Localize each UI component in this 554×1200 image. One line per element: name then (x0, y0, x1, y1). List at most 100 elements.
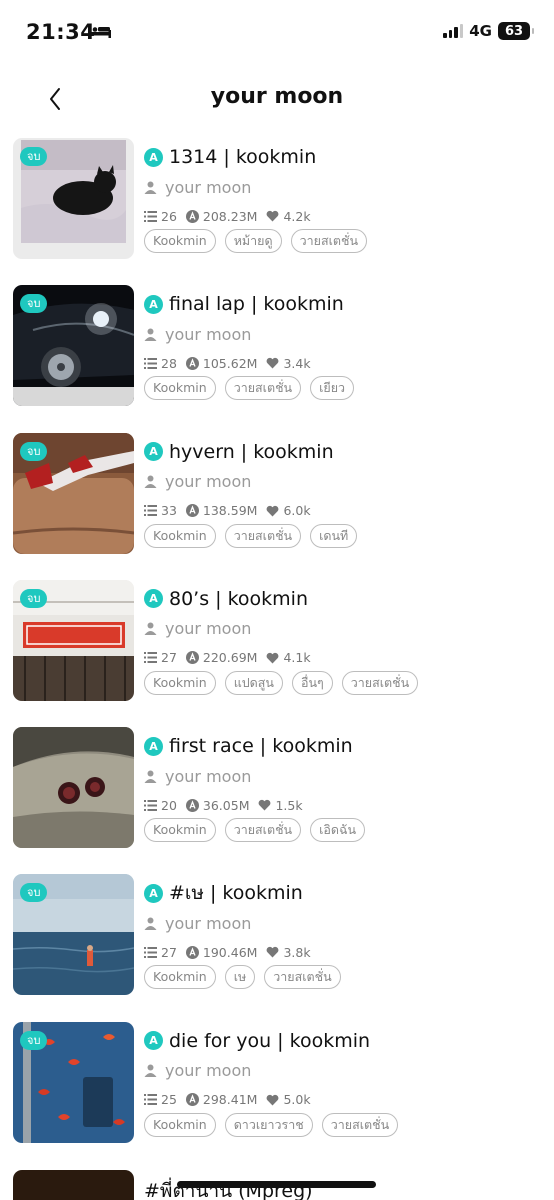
tag-chip[interactable]: แปดสูน (224, 670, 283, 695)
tag-chip[interactable]: Kookmin (144, 670, 216, 695)
cover-image: จบ (13, 432, 134, 554)
story-title[interactable]: first race | kookmin (169, 735, 353, 757)
story-title[interactable]: #เษ | kookmin (169, 878, 303, 908)
completed-badge: จบ (20, 147, 48, 166)
view-count: 208.23M (202, 208, 258, 224)
heart-icon (267, 652, 279, 664)
story-title[interactable]: hyvern | kookmin (169, 441, 334, 463)
cover-image: จบ (13, 579, 134, 701)
cover-image: จบ (13, 138, 134, 259)
user-icon (144, 1064, 157, 1078)
list-icon (144, 505, 157, 517)
chapter-count: 25 (161, 1092, 177, 1108)
story-title[interactable]: #พี่ตำนาน (Mpreg) (144, 1176, 313, 1200)
story-item[interactable]: จบ A final lap | kookmin your moon 28 10… (0, 285, 554, 432)
story-title[interactable]: 1314 | kookmin (169, 146, 316, 168)
like-count: 5.0k (283, 1092, 311, 1108)
user-icon (144, 328, 157, 341)
author-name[interactable]: your moon (165, 619, 251, 638)
chapter-count: 33 (161, 503, 177, 519)
tag-chip[interactable]: วายสเตชั่น (224, 818, 302, 843)
tag-chip[interactable]: วายสเตชั่น (224, 376, 302, 401)
like-count: 3.4k (283, 355, 311, 371)
story-item[interactable]: จบ A 1314 | kookmin your moon 26 208.23M… (0, 138, 554, 285)
author-name[interactable]: your moon (165, 767, 251, 786)
views-icon (185, 209, 199, 223)
chapter-count: 28 (161, 355, 177, 371)
heart-icon (267, 210, 279, 222)
story-title[interactable]: die for you | kookmin (169, 1030, 370, 1052)
tag-chip[interactable]: เยียว (310, 376, 355, 401)
status-bar: 21:34 4G 63 (0, 0, 554, 64)
story-title[interactable]: final lap | kookmin (169, 293, 344, 315)
list-icon (144, 946, 157, 958)
author-name[interactable]: your moon (165, 914, 251, 933)
like-count: 3.8k (283, 944, 311, 960)
nav-bar: your moon (0, 72, 554, 126)
user-icon (144, 622, 157, 636)
story-title[interactable]: 80’s | kookmin (169, 588, 308, 610)
tag-chip[interactable]: Kookmin (144, 229, 216, 253)
tag-chip[interactable]: วายสเตชั่น (321, 1112, 399, 1137)
author-badge-icon: A (144, 736, 163, 756)
views-icon (185, 504, 199, 518)
tag-chip[interactable]: Kookmin (144, 523, 216, 548)
tag-chip[interactable]: วายสเตชั่น (290, 229, 368, 253)
chapter-count: 20 (161, 797, 177, 813)
page-title: your moon (210, 84, 344, 109)
chapter-count: 26 (161, 208, 177, 224)
tag-chip[interactable]: อื่นๆ (291, 670, 333, 695)
heart-icon (267, 947, 279, 958)
view-count: 105.62M (202, 355, 258, 371)
tag-chip[interactable]: Kookmin (144, 965, 216, 990)
author-badge-icon: A (144, 147, 163, 167)
tag-chip[interactable]: วายสเตชั่น (224, 523, 302, 548)
author-badge-icon: A (144, 883, 163, 903)
author-name[interactable]: your moon (165, 1061, 251, 1080)
like-count: 4.2k (283, 208, 311, 224)
heart-icon (259, 800, 271, 811)
author-badge-icon: A (144, 294, 163, 314)
like-count: 4.1k (283, 650, 311, 666)
tag-chip[interactable]: วายสเตชั่น (341, 670, 419, 695)
completed-badge: จบ (20, 294, 48, 314)
battery-icon: 63 (498, 22, 534, 40)
chapter-count: 27 (161, 650, 177, 666)
view-count: 190.46M (202, 944, 258, 960)
like-count: 1.5k (275, 797, 303, 813)
tag-chip[interactable]: Kookmin (144, 376, 216, 401)
story-item[interactable]: จบ A hyvern | kookmin your moon 33 138.5… (0, 432, 554, 580)
author-name[interactable]: your moon (165, 472, 251, 491)
story-item[interactable]: A first race | kookmin your moon 20 36.0… (0, 727, 554, 874)
story-item[interactable]: จบ A die for you | kookmin your moon 25 … (0, 1021, 554, 1169)
tag-chip[interactable]: ดาวเยาวราช (224, 1112, 313, 1137)
completed-badge: จบ (20, 883, 48, 903)
network-type: 4G (469, 22, 492, 40)
signal-icon (443, 24, 464, 38)
status-time: 21:34 (26, 20, 96, 44)
completed-badge: จบ (20, 588, 48, 608)
heart-icon (267, 1094, 279, 1106)
author-name[interactable]: your moon (165, 325, 251, 344)
cover-image: จบ (13, 1021, 134, 1143)
bed-icon (89, 25, 111, 38)
story-item[interactable]: จบ A #เษ | kookmin your moon 27 190.46M … (0, 874, 554, 1021)
tag-chip[interactable]: หม้ายดู (224, 229, 282, 253)
tag-chip[interactable]: เอิดฉัน (310, 818, 366, 843)
tag-chip[interactable]: Kookmin (144, 818, 216, 843)
heart-icon (267, 505, 279, 517)
author-name[interactable]: your moon (165, 178, 251, 197)
tag-chip[interactable]: วายสเตชั่น (264, 965, 341, 990)
story-item[interactable]: จบ A 80’s | kookmin your moon 27 220.69M… (0, 579, 554, 727)
list-icon (144, 210, 157, 222)
completed-badge: จบ (20, 1030, 48, 1050)
home-indicator[interactable] (177, 1181, 376, 1188)
author-badge-icon: A (144, 589, 163, 609)
heart-icon (267, 358, 279, 369)
user-icon (144, 770, 157, 783)
tag-chip[interactable]: เษ (224, 965, 256, 990)
story-list: จบ A 1314 | kookmin your moon 26 208.23M… (0, 138, 554, 1169)
completed-badge: จบ (20, 441, 48, 461)
tag-chip[interactable]: Kookmin (144, 1112, 216, 1137)
tag-chip[interactable]: เดนที (310, 523, 358, 548)
